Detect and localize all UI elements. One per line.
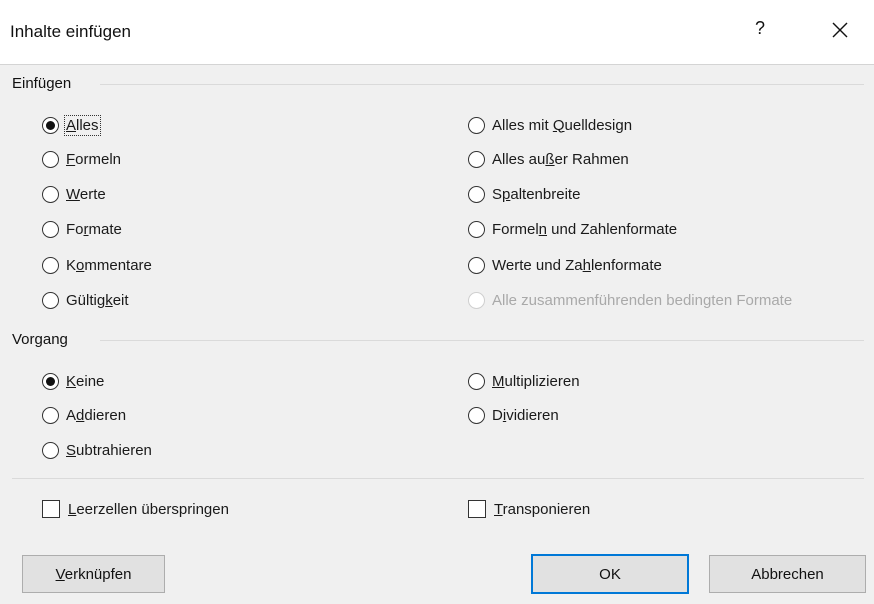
dialog-content: Einfügen Alles Formeln Werte Formate Kom…	[0, 65, 874, 604]
radio-label: Dividieren	[492, 406, 559, 424]
radio-label: Formate	[66, 220, 122, 238]
radio-circle[interactable]	[42, 406, 59, 424]
close-icon	[832, 22, 848, 38]
radio-circle[interactable]	[468, 256, 485, 274]
cancel-button[interactable]: Abbrechen	[709, 555, 866, 593]
radio-subtrahieren[interactable]: Subtrahieren	[42, 438, 152, 462]
radio-circle[interactable]	[42, 185, 59, 203]
group-divider	[100, 340, 864, 341]
checkbox-box[interactable]	[42, 500, 60, 518]
link-button[interactable]: Verknüpfen	[22, 555, 165, 593]
radio-circle[interactable]	[42, 372, 59, 390]
close-button[interactable]	[826, 16, 854, 44]
radio-label: Werte	[66, 185, 106, 203]
radio-keine[interactable]: Keine	[42, 369, 104, 393]
radio-circle[interactable]	[42, 441, 59, 459]
radio-label: Keine	[66, 372, 105, 390]
radio-label: Formeln und Zahlenformate	[492, 220, 678, 238]
radio-alles-mit-quelldesign[interactable]: Alles mit Quelldesign	[468, 113, 632, 137]
group-divider	[100, 84, 864, 85]
radio-circle[interactable]	[42, 291, 59, 309]
radio-alle-bedingten-formate: Alle zusammenführenden bedingten Formate	[468, 288, 792, 312]
radio-formeln-und-zahlenformate[interactable]: Formeln und Zahlenformate	[468, 217, 677, 241]
radio-circle[interactable]	[468, 185, 485, 203]
group-label-einfuegen: Einfügen	[12, 75, 72, 92]
radio-multiplizieren[interactable]: Multiplizieren	[468, 369, 580, 393]
radio-label: Alle zusammenführenden bedingten Formate	[492, 291, 793, 309]
title-bar: Inhalte einfügen ?	[0, 0, 874, 65]
radio-label: Formeln	[66, 150, 122, 168]
radio-kommentare[interactable]: Kommentare	[42, 253, 152, 277]
radio-circle[interactable]	[42, 116, 59, 134]
radio-circle[interactable]	[468, 220, 485, 238]
checkbox-label: Transponieren	[494, 500, 591, 518]
radio-circle[interactable]	[468, 406, 485, 424]
radio-gueltigkeit[interactable]: Gültigkeit	[42, 288, 129, 312]
checkbox-label: Leerzellen überspringen	[68, 500, 229, 518]
radio-circle[interactable]	[42, 220, 59, 238]
radio-label: Subtrahieren	[66, 441, 152, 459]
radio-werte[interactable]: Werte	[42, 182, 106, 206]
radio-formate[interactable]: Formate	[42, 217, 122, 241]
help-button[interactable]: ?	[748, 18, 772, 39]
radio-label: Alles mit Quelldesign	[492, 116, 633, 134]
radio-dividieren[interactable]: Dividieren	[468, 403, 559, 427]
radio-label: Gültigkeit	[66, 291, 129, 309]
radio-label: Werte und Zahlenformate	[492, 256, 662, 274]
radio-label: Kommentare	[66, 256, 152, 274]
radio-circle[interactable]	[42, 150, 59, 168]
radio-alles[interactable]: Alles	[42, 113, 101, 137]
options-divider	[12, 478, 864, 479]
button-label: Verknüpfen	[55, 565, 132, 583]
radio-spaltenbreite[interactable]: Spaltenbreite	[468, 182, 580, 206]
radio-circle[interactable]	[42, 256, 59, 274]
radio-alles-ausser-rahmen[interactable]: Alles außer Rahmen	[468, 147, 629, 171]
radio-circle	[468, 291, 485, 309]
dialog-title: Inhalte einfügen	[10, 22, 131, 41]
radio-circle[interactable]	[468, 150, 485, 168]
checkbox-transponieren[interactable]: Transponieren	[468, 497, 590, 521]
radio-circle[interactable]	[468, 372, 485, 390]
radio-label: Addieren	[66, 406, 127, 424]
radio-formeln[interactable]: Formeln	[42, 147, 121, 171]
ok-button[interactable]: OK	[531, 554, 689, 594]
radio-werte-und-zahlenformate[interactable]: Werte und Zahlenformate	[468, 253, 662, 277]
radio-label: Alles	[64, 114, 101, 136]
checkbox-box[interactable]	[468, 500, 486, 518]
radio-label: Spaltenbreite	[492, 185, 581, 203]
group-label-vorgang: Vorgang	[12, 331, 68, 348]
radio-addieren[interactable]: Addieren	[42, 403, 126, 427]
checkbox-leerzellen-ueberspringen[interactable]: Leerzellen überspringen	[42, 497, 229, 521]
radio-label: Alles außer Rahmen	[492, 150, 629, 168]
radio-label: Multiplizieren	[492, 372, 580, 390]
radio-circle[interactable]	[468, 116, 485, 134]
